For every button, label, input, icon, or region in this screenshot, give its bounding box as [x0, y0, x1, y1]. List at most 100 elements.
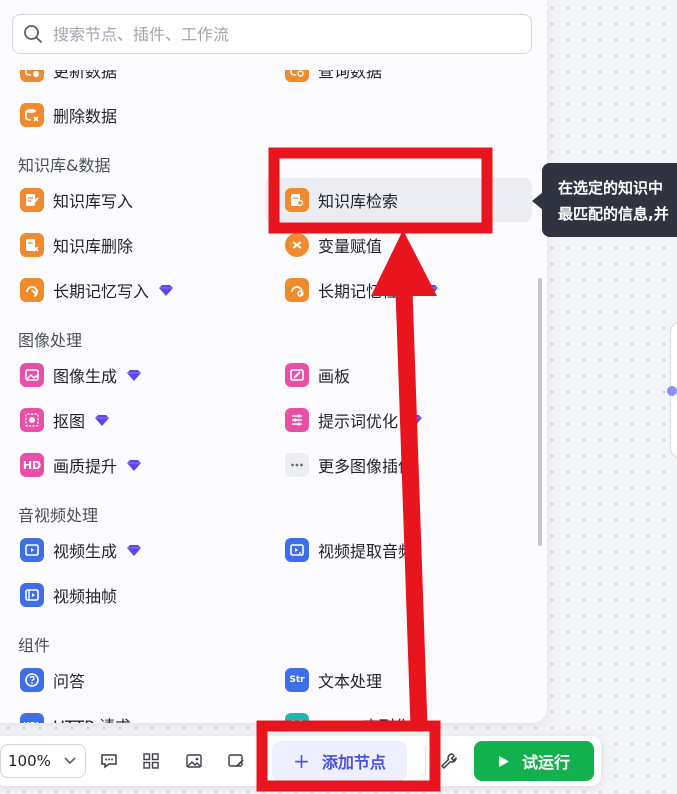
http-icon: URL — [20, 713, 44, 723]
node-item-cutout[interactable]: 抠图 — [0, 398, 250, 442]
premium-diamond-icon — [127, 460, 142, 471]
section-title-av: 音视频处理 — [18, 506, 99, 525]
node-item-label: 变量赋值 — [318, 237, 383, 256]
memory-search-icon — [285, 278, 309, 302]
node-item-video-frames[interactable]: 视频抽帧 — [0, 573, 250, 617]
database-delete-icon — [20, 103, 44, 127]
node-tooltip: 在选定的知识中 最匹配的信息,并 — [542, 163, 677, 237]
memory-write-icon — [20, 278, 44, 302]
zoom-select[interactable]: 100% — [0, 744, 86, 778]
hd-icon: HD — [20, 453, 44, 477]
section-title-knowledge: 知识库&数据 — [18, 156, 111, 175]
premium-diamond-icon — [127, 370, 142, 381]
premium-diamond-icon — [408, 415, 423, 426]
video-generate-icon — [20, 538, 44, 562]
json-icon: { } — [285, 713, 309, 723]
section-title-image: 图像处理 — [18, 331, 83, 350]
more-dots-icon — [285, 453, 309, 477]
image-icon — [186, 754, 202, 768]
premium-diamond-icon — [127, 545, 142, 556]
search-bar — [0, 0, 547, 70]
zoom-value: 100% — [8, 752, 51, 770]
node-item-label: 删除数据 — [53, 107, 118, 126]
layout-button[interactable] — [138, 748, 164, 774]
node-item-ltm-search[interactable]: 长期记忆检索 — [265, 268, 532, 312]
node-item-label: 视频生成 — [53, 542, 118, 561]
node-item-label: 视频提取音频 — [318, 542, 415, 561]
node-item-delete-data[interactable]: 删除数据 — [0, 93, 250, 137]
text-process-icon: Str — [285, 668, 309, 692]
panel-scrollbar[interactable] — [538, 278, 542, 546]
test-run-button[interactable]: 试运行 — [474, 741, 594, 781]
question-icon — [20, 668, 44, 692]
premium-diamond-icon — [424, 285, 439, 296]
chevron-down-icon — [64, 757, 76, 765]
node-item-canvas[interactable]: 画板 — [265, 353, 532, 397]
node-item-http-request[interactable]: URL HTTP 请求 — [0, 703, 250, 723]
node-item-video-gen[interactable]: 视频生成 — [0, 528, 250, 572]
node-item-ltm-write[interactable]: 长期记忆写入 — [0, 268, 250, 312]
node-item-kb-search[interactable]: 知识库检索 — [265, 178, 532, 222]
knowledge-delete-icon — [20, 233, 44, 257]
variable-icon — [285, 233, 309, 257]
node-item-image-gen[interactable]: 图像生成 — [0, 353, 250, 397]
node-list: 更新数据 查询数据 删除数据 知识库&数据 知识库写入 知识库检索 知识库删除 … — [0, 0, 547, 723]
premium-diamond-icon — [95, 415, 110, 426]
search-box[interactable] — [12, 14, 532, 54]
node-item-label: 知识库删除 — [53, 237, 134, 256]
play-icon — [498, 755, 509, 767]
node-panel: 更新数据 查询数据 删除数据 知识库&数据 知识库写入 知识库检索 知识库删除 … — [0, 0, 547, 723]
node-item-label: 文本处理 — [318, 672, 383, 691]
search-input[interactable] — [53, 24, 493, 44]
premium-diamond-icon — [159, 285, 174, 296]
node-item-prompt-opt[interactable]: 提示词优化 — [265, 398, 532, 442]
video-frames-icon — [20, 583, 44, 607]
knowledge-search-icon — [285, 188, 309, 212]
node-item-video-extract-audio[interactable]: 视频提取音频 — [265, 528, 532, 572]
knowledge-write-icon — [20, 188, 44, 212]
add-node-button[interactable]: + 添加节点 — [272, 741, 407, 781]
node-item-label: 更多图像插件 — [318, 457, 415, 476]
test-run-label: 试运行 — [521, 753, 570, 772]
node-item-more-image-plugins[interactable]: 更多图像插件 — [265, 443, 532, 487]
node-item-text-proc[interactable]: Str 文本处理 — [265, 658, 532, 702]
node-item-label: HTTP 请求 — [53, 713, 131, 723]
node-item-label: JSON 序列化 — [318, 713, 411, 723]
node-item-qa[interactable]: 问答 — [0, 658, 250, 702]
note-button[interactable] — [223, 748, 249, 774]
node-item-label: 图像生成 — [53, 367, 118, 386]
comment-icon — [101, 754, 117, 769]
node-item-label: 画质提升 — [53, 457, 118, 476]
grid-icon — [143, 753, 159, 769]
node-item-quality-up[interactable]: HD 画质提升 — [0, 443, 250, 487]
node-item-label: 问答 — [53, 672, 86, 691]
minimap-button[interactable] — [181, 748, 207, 774]
canvas-icon — [285, 363, 309, 387]
debug-tools-button[interactable] — [436, 748, 462, 774]
node-item-label: 知识库写入 — [53, 192, 134, 211]
node-item-label: 抠图 — [53, 412, 86, 431]
cutout-icon — [20, 408, 44, 432]
tooltip-line-2: 最匹配的信息,并 — [558, 205, 669, 223]
wrench-icon — [441, 753, 457, 769]
video-audio-icon — [285, 538, 309, 562]
note-edit-icon — [228, 754, 244, 767]
node-item-label: 长期记忆写入 — [53, 282, 150, 301]
node-item-var-assign[interactable]: 变量赋值 — [265, 223, 532, 267]
node-item-label: 视频抽帧 — [53, 587, 118, 606]
comment-button[interactable] — [96, 748, 122, 774]
node-item-json-serialize[interactable]: { } JSON 序列化 — [265, 703, 532, 723]
toolbar-divider — [425, 746, 426, 776]
node-item-label: 长期记忆检索 — [318, 282, 415, 301]
add-node-label: 添加节点 — [321, 753, 386, 772]
node-item-label: 知识库检索 — [318, 192, 399, 211]
plus-icon: + — [293, 749, 310, 773]
node-item-label: 提示词优化 — [318, 412, 399, 431]
node-item-kb-write[interactable]: 知识库写入 — [0, 178, 250, 222]
node-item-label: 画板 — [318, 367, 351, 386]
image-generate-icon — [20, 363, 44, 387]
tooltip-line-1: 在选定的知识中 — [558, 179, 664, 197]
node-port[interactable] — [667, 386, 677, 396]
section-title-components: 组件 — [18, 636, 51, 655]
node-item-kb-delete[interactable]: 知识库删除 — [0, 223, 250, 267]
